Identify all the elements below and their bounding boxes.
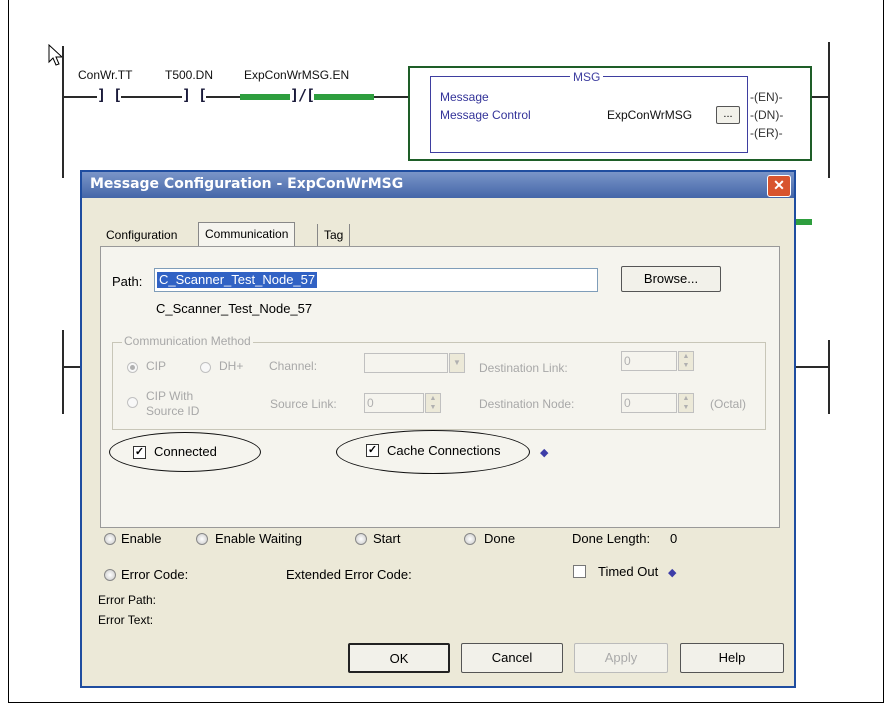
coil-en: -(EN)- [750, 90, 783, 104]
msg-row1-label: Message [440, 90, 489, 104]
error-path-label: Error Path: [98, 593, 157, 607]
chevron-down-icon[interactable]: ▼ [449, 353, 465, 373]
msg-block-title: MSG [570, 70, 604, 84]
dhplus-radio[interactable] [200, 362, 211, 373]
cip-radio[interactable] [127, 362, 138, 373]
done-length-label: Done Length: [572, 531, 651, 546]
extended-error-code-label: Extended Error Code: [286, 567, 412, 582]
path-input[interactable]: C_Scanner_Test_Node_57 [154, 268, 598, 292]
tab-tag[interactable]: Tag [317, 224, 351, 246]
communication-method-label: Communication Method [122, 334, 253, 348]
contact-tag-2: T500.DN [165, 68, 214, 82]
connected-checkbox[interactable]: ✓ [133, 446, 146, 459]
start-indicator-icon [355, 533, 367, 545]
enable-waiting-status: Enable Waiting [215, 531, 302, 546]
cip-with-source-id-radio[interactable] [127, 397, 138, 408]
cip-label: CIP [146, 359, 167, 373]
rung-line-right [812, 96, 828, 98]
contact-symbol-2[interactable]: ] [ [182, 86, 207, 104]
source-link-input[interactable]: 0 [364, 393, 424, 413]
rung-line-lower-right [796, 366, 828, 368]
contact-tag-3: ExpConWrMSG.EN [244, 68, 350, 82]
enable-status: Enable [121, 531, 162, 546]
dhplus-label: DH+ [219, 359, 244, 373]
dialog-title: Message Configuration - ExpConWrMSG [90, 176, 404, 192]
connected-label: Connected [154, 444, 217, 459]
destination-link-spinner-icon[interactable]: ▲ ▼ [678, 351, 694, 371]
destination-link-label: Destination Link: [479, 361, 568, 375]
apply-button[interactable]: Apply [574, 643, 668, 673]
contact-symbol-3[interactable]: ]/[ [290, 86, 315, 104]
dialog-titlebar[interactable]: Message Configuration - ExpConWrMSG ✕ [82, 172, 794, 198]
cache-arrow-icon: ◆ [540, 447, 549, 459]
error-code-indicator-icon [104, 569, 116, 581]
rung-line-lower [62, 366, 82, 368]
contact-tag-1: ConWr.TT [78, 68, 133, 82]
destination-node-input[interactable]: 0 [621, 393, 677, 413]
ok-button[interactable]: OK [348, 643, 450, 673]
enable-indicator-icon [104, 533, 116, 545]
coil-dn: -(DN)- [750, 108, 784, 122]
cip-with-label-line1: CIP With [146, 389, 194, 403]
done-indicator-icon [464, 533, 476, 545]
help-button[interactable]: Help [680, 643, 784, 673]
rung-energized-right [796, 219, 812, 225]
timed-out-arrow-icon: ◆ [668, 567, 677, 579]
browse-button[interactable]: Browse... [621, 266, 721, 292]
error-code-label: Error Code: [121, 567, 189, 582]
destination-node-label: Destination Node: [479, 397, 575, 411]
msg-row2-label: Message Control [440, 108, 531, 122]
channel-select[interactable] [364, 353, 448, 373]
path-resolved-text: C_Scanner_Test_Node_57 [156, 301, 313, 316]
tab-configuration[interactable]: Configuration [100, 224, 183, 246]
channel-label: Channel: [269, 359, 318, 373]
timed-out-checkbox[interactable] [573, 565, 586, 578]
destination-node-spinner-icon[interactable]: ▲ ▼ [678, 393, 694, 413]
left-power-rail [62, 46, 64, 178]
start-status: Start [373, 531, 401, 546]
cancel-button[interactable]: Cancel [461, 643, 563, 673]
enable-waiting-indicator-icon [196, 533, 208, 545]
close-icon[interactable]: ✕ [767, 175, 791, 197]
right-power-rail-lower [828, 340, 830, 414]
left-power-rail-lower [62, 330, 64, 414]
done-length-value: 0 [670, 531, 678, 546]
timed-out-label: Timed Out [598, 564, 659, 579]
done-status: Done [484, 531, 516, 546]
octal-label: (Octal) [710, 397, 746, 411]
path-input-value: C_Scanner_Test_Node_57 [157, 272, 318, 288]
path-label: Path: [112, 274, 143, 289]
coil-er: -(ER)- [750, 126, 783, 140]
cip-with-label-line2: Source ID [146, 404, 200, 418]
tab-communication[interactable]: Communication [198, 222, 296, 247]
destination-link-input[interactable]: 0 [621, 351, 677, 371]
error-text-label: Error Text: [98, 613, 154, 627]
msg-control-value: ExpConWrMSG [607, 108, 693, 122]
contact-symbol-1[interactable]: ] [ [97, 86, 122, 104]
cache-connections-checkbox[interactable]: ✓ [366, 444, 379, 457]
source-link-spinner-icon[interactable]: ▲ ▼ [425, 393, 441, 413]
msg-control-browse-button[interactable]: ... [716, 106, 740, 124]
cache-connections-label: Cache Connections [387, 443, 501, 458]
right-power-rail [828, 42, 830, 178]
source-link-label: Source Link: [270, 397, 337, 411]
